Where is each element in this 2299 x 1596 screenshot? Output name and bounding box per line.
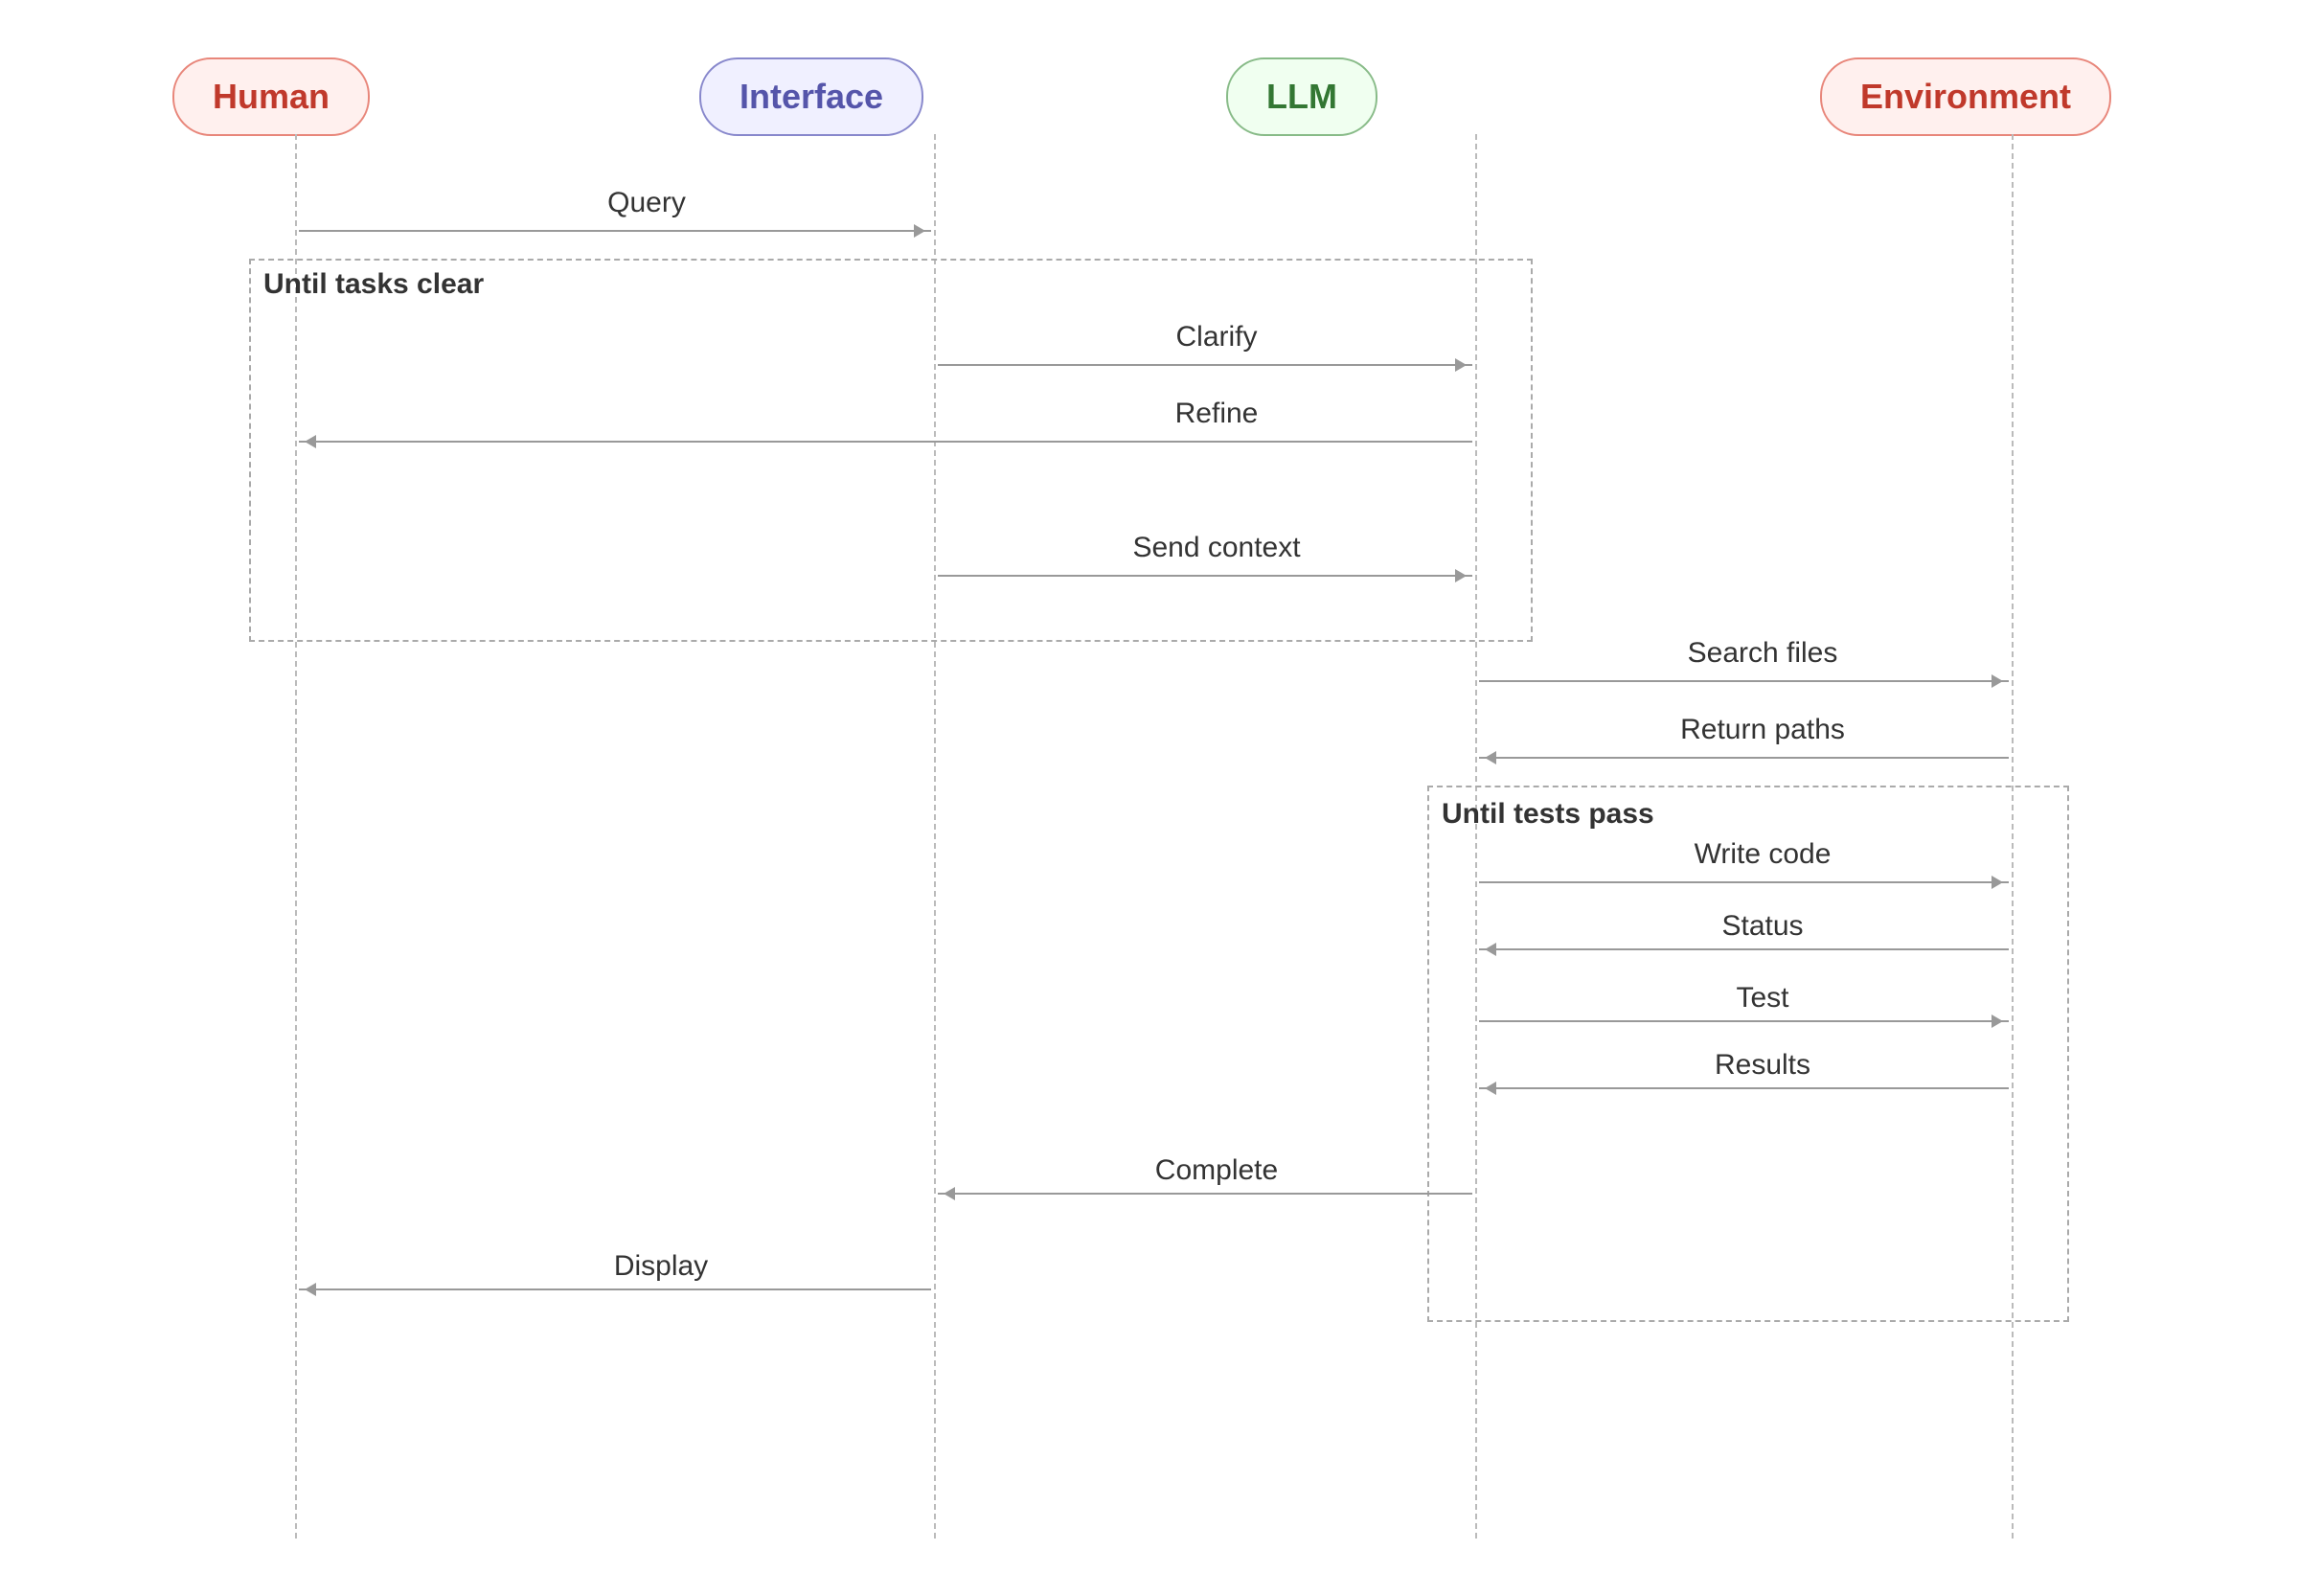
label-results: Results [1581,1049,1945,1082]
label-write-code: Write code [1581,838,1945,871]
arrow-return-paths [1479,757,2009,759]
actor-interface: Interface [699,57,923,136]
label-display: Display [479,1250,843,1283]
arrow-query [299,230,931,232]
arrow-test [1479,1020,2009,1022]
label-test: Test [1581,982,1945,1015]
label-query: Query [479,187,814,219]
actor-llm: LLM [1226,57,1377,136]
label-clarify: Clarify [1035,321,1399,353]
arrow-search-files [1479,680,2009,682]
arrow-send-context [938,575,1472,577]
actor-human-label: Human [213,77,330,116]
label-search-files: Search files [1581,637,1945,670]
arrow-results [1479,1087,2009,1089]
label-status: Status [1581,910,1945,943]
loop-label-2: Until tests pass [1442,798,1654,831]
arrow-clarify [938,364,1472,366]
actor-environment: Environment [1820,57,2111,136]
arrow-refine [299,441,1472,443]
actor-llm-label: LLM [1266,77,1337,116]
arrow-display [299,1288,931,1290]
arrow-status [1479,948,2009,950]
arrow-complete [938,1193,1472,1195]
label-return-paths: Return paths [1581,714,1945,746]
label-complete: Complete [1035,1154,1399,1187]
loop-label-1: Until tasks clear [263,268,484,301]
sequence-diagram: Human Interface LLM Environment Query Un… [0,0,2299,1596]
actor-human: Human [172,57,370,136]
actor-environment-label: Environment [1860,77,2071,116]
actor-interface-label: Interface [740,77,883,116]
label-refine: Refine [1035,398,1399,430]
arrow-write-code [1479,881,2009,883]
loop-box-1 [249,259,1533,642]
label-send-context: Send context [1035,532,1399,564]
